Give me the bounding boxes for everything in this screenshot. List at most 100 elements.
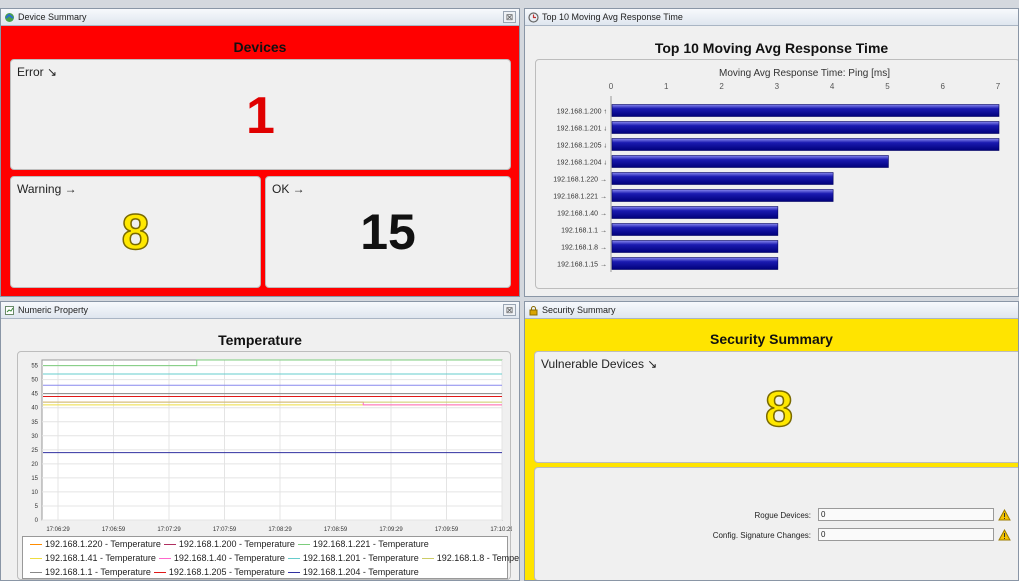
category-label: 192.168.1.205 ↓ <box>557 143 607 150</box>
category-label: 192.168.1.15 → <box>557 262 607 269</box>
legend-entry: 192.168.1.40 - Temperature <box>173 553 285 563</box>
legend-entry: 192.168.1.205 - Temperature <box>168 567 285 577</box>
warning-count: 8 <box>121 203 150 261</box>
devices-body: Devices Error ↘ 1 Warning → 8 OK → 15 <box>1 26 519 296</box>
warning-icon <box>998 509 1011 521</box>
category-label: 192.168.1.8 → <box>561 245 607 252</box>
x-tick-label: 6 <box>940 82 945 91</box>
security-summary-body: Security Summary Vulnerable Devices ↘ 8 … <box>525 319 1018 580</box>
response-time-chart-frame: Moving Avg Response Time: Ping [ms] 0 1 2 3 4… <box>535 59 1018 289</box>
bar <box>611 172 834 185</box>
x-tick-label: 0 <box>609 82 614 91</box>
temperature-chart-frame: 0 5 10 15 20 25 30 35 40 45 50 55 17:06:29 17:06:59 17… <box>17 351 519 580</box>
legend-entry: 192.168.1.221 - Temperature <box>312 539 429 549</box>
category-label: 192.168.1.201 ↓ <box>557 126 607 133</box>
rogue-devices-label: Rogue Devices: <box>754 511 811 520</box>
numeric-property-panel: Numeric Property ⊠ Temperature 0 5 10 15 20 2… <box>0 301 520 581</box>
legend-swatch <box>297 544 310 546</box>
y-tick-label: 5 <box>35 504 39 510</box>
legend-swatch <box>158 558 171 560</box>
x-tick-label: 5 <box>885 82 890 91</box>
legend-swatch <box>30 572 42 574</box>
y-tick-label: 10 <box>31 490 38 496</box>
vulnerable-devices-label: Vulnerable Devices ↘ <box>541 357 658 371</box>
y-tick-label: 40 <box>31 406 38 412</box>
device-summary-panel: Device Summary ⊠ Devices Error ↘ 1 Warni… <box>0 8 520 297</box>
y-tick-label: 15 <box>31 476 38 482</box>
legend-entry: 192.168.1.201 - Temperature <box>302 553 419 563</box>
temperature-legend: 192.168.1.220 - Temperature 192.168.1.200… <box>22 536 519 579</box>
plot-area <box>41 359 503 521</box>
category-label: 192.168.1.204 ↓ <box>557 160 607 167</box>
response-time-panel: Top 10 Moving Avg Response Time Top 10 M… <box>524 8 1019 297</box>
bar <box>611 257 779 270</box>
bar <box>611 138 1000 151</box>
ok-card[interactable]: OK → 15 <box>265 176 511 288</box>
bar <box>611 189 834 202</box>
security-summary-title: Security Summary <box>710 331 833 347</box>
category-label: 192.168.1.221 → <box>553 194 607 201</box>
category-label: 192.168.1.200 ↑ <box>557 109 607 116</box>
rogue-devices-field[interactable]: 0 <box>818 508 994 521</box>
category-label: 192.168.1.40 → <box>557 211 607 218</box>
legend-swatch <box>163 544 176 546</box>
ok-label: OK → <box>272 182 305 196</box>
numeric-property-titlebar[interactable]: Numeric Property ⊠ <box>1 302 519 319</box>
error-card[interactable]: Error ↘ 1 <box>10 59 511 170</box>
x-tick-label: 17:09:59 <box>435 527 459 533</box>
vulnerable-devices-card[interactable]: Vulnerable Devices ↘ 8 <box>534 351 1018 463</box>
response-time-body: Top 10 Moving Avg Response Time Moving A… <box>525 26 1018 296</box>
warning-card[interactable]: Warning → 8 <box>10 176 261 288</box>
x-tick-label: 7 <box>996 82 1001 91</box>
y-tick-label: 30 <box>31 434 38 440</box>
legend-row: 192.168.1.1 - Temperature 192.168.1.205 -… <box>27 567 419 577</box>
x-tick-label: 4 <box>830 82 835 91</box>
security-details-card: Rogue Devices: 0 Config. Signature Chang… <box>534 467 1018 580</box>
vulnerable-devices-count: 8 <box>764 380 793 438</box>
legend-swatch <box>30 544 42 546</box>
y-tick-label: 25 <box>31 448 38 454</box>
numeric-property-icon <box>5 306 14 315</box>
bar <box>611 121 1000 134</box>
legend-entry: 192.168.1.41 - Temperature <box>45 553 156 563</box>
category-label: 192.168.1.1 → <box>561 228 607 235</box>
close-icon[interactable]: ⊠ <box>503 11 516 23</box>
x-tick-label: 17:06:29 <box>46 527 70 533</box>
security-summary-titlebar[interactable]: Security Summary <box>525 302 1018 319</box>
legend-entry: 192.168.1.200 - Temperature <box>178 539 295 549</box>
y-tick-label: 50 <box>31 378 38 384</box>
security-summary-panel: Security Summary Security Summary Vulner… <box>524 301 1019 581</box>
x-tick-label: 17:07:59 <box>213 527 237 533</box>
warning-icon <box>998 529 1011 541</box>
category-label: 192.168.1.220 → <box>553 177 607 184</box>
bar <box>611 206 779 219</box>
legend-entry: 192.168.1.204 - Temperature <box>302 567 419 577</box>
warning-label: Warning → <box>17 182 77 196</box>
legend-swatch <box>30 558 42 560</box>
legend-row: 192.168.1.41 - Temperature 192.168.1.40 -… <box>27 553 519 563</box>
device-summary-icon <box>5 13 14 22</box>
numeric-property-body: Temperature 0 5 10 15 20 25 30 35 40 45 50 55 17:06:… <box>1 319 519 580</box>
legend-swatch <box>287 572 300 574</box>
response-time-icon <box>528 12 539 23</box>
close-icon[interactable]: ⊠ <box>503 304 516 316</box>
error-count: 1 <box>246 87 275 145</box>
y-tick-label: 0 <box>35 518 39 524</box>
response-time-window-title: Top 10 Moving Avg Response Time <box>542 12 683 22</box>
legend-entry: 192.168.1.1 - Temperature <box>45 567 151 577</box>
bar <box>611 155 889 168</box>
response-time-titlebar[interactable]: Top 10 Moving Avg Response Time <box>525 9 1018 26</box>
x-tick-label: 17:07:29 <box>157 527 181 533</box>
ok-count: 15 <box>360 204 416 260</box>
legend-swatch <box>287 558 300 560</box>
y-tick-label: 20 <box>31 462 38 468</box>
bar <box>611 240 779 253</box>
config-signature-field[interactable]: 0 <box>818 528 994 541</box>
x-tick-label: 3 <box>775 82 780 91</box>
y-tick-label: 35 <box>31 420 38 426</box>
y-tick-label: 45 <box>31 392 38 398</box>
device-summary-titlebar[interactable]: Device Summary ⊠ <box>1 9 519 26</box>
x-tick-label: 2 <box>719 82 724 91</box>
legend-row: 192.168.1.220 - Temperature 192.168.1.200… <box>27 539 429 549</box>
legend-swatch <box>421 558 434 560</box>
